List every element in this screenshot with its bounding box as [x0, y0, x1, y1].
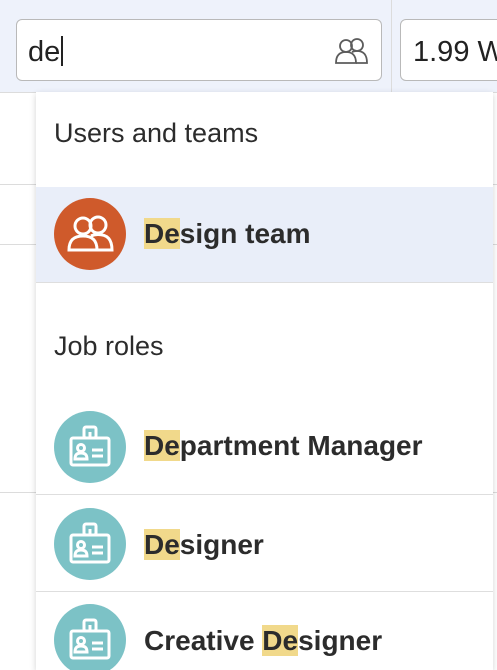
- result-label: Designer: [144, 529, 264, 560]
- result-designer[interactable]: Designer: [36, 495, 493, 591]
- users-teams-icon: [335, 37, 369, 65]
- search-input[interactable]: de: [16, 19, 382, 81]
- result-label: Creative Designer: [144, 625, 383, 656]
- rate-input[interactable]: 1.99 W: [400, 19, 497, 81]
- search-results-dropdown: Users and teams Design team Job roles De…: [36, 92, 493, 670]
- result-label: Design team: [144, 218, 311, 249]
- text-caret: [61, 36, 64, 66]
- result-creative-designer[interactable]: Creative Designer: [36, 592, 493, 670]
- result-design-team[interactable]: Design team: [36, 187, 493, 282]
- team-icon: [54, 198, 126, 270]
- id-badge-icon: [54, 508, 126, 580]
- id-badge-icon: [54, 411, 126, 483]
- result-department-manager[interactable]: Department Manager: [36, 396, 493, 493]
- id-badge-icon: [54, 604, 126, 670]
- section-heading-users-and-teams: Users and teams: [54, 118, 259, 148]
- section-divider: [36, 282, 493, 283]
- rate-input-value: 1.99 W: [413, 36, 497, 68]
- result-label: Department Manager: [144, 430, 423, 461]
- section-heading-job-roles: Job roles: [54, 331, 164, 361]
- search-input-value: de: [28, 34, 64, 70]
